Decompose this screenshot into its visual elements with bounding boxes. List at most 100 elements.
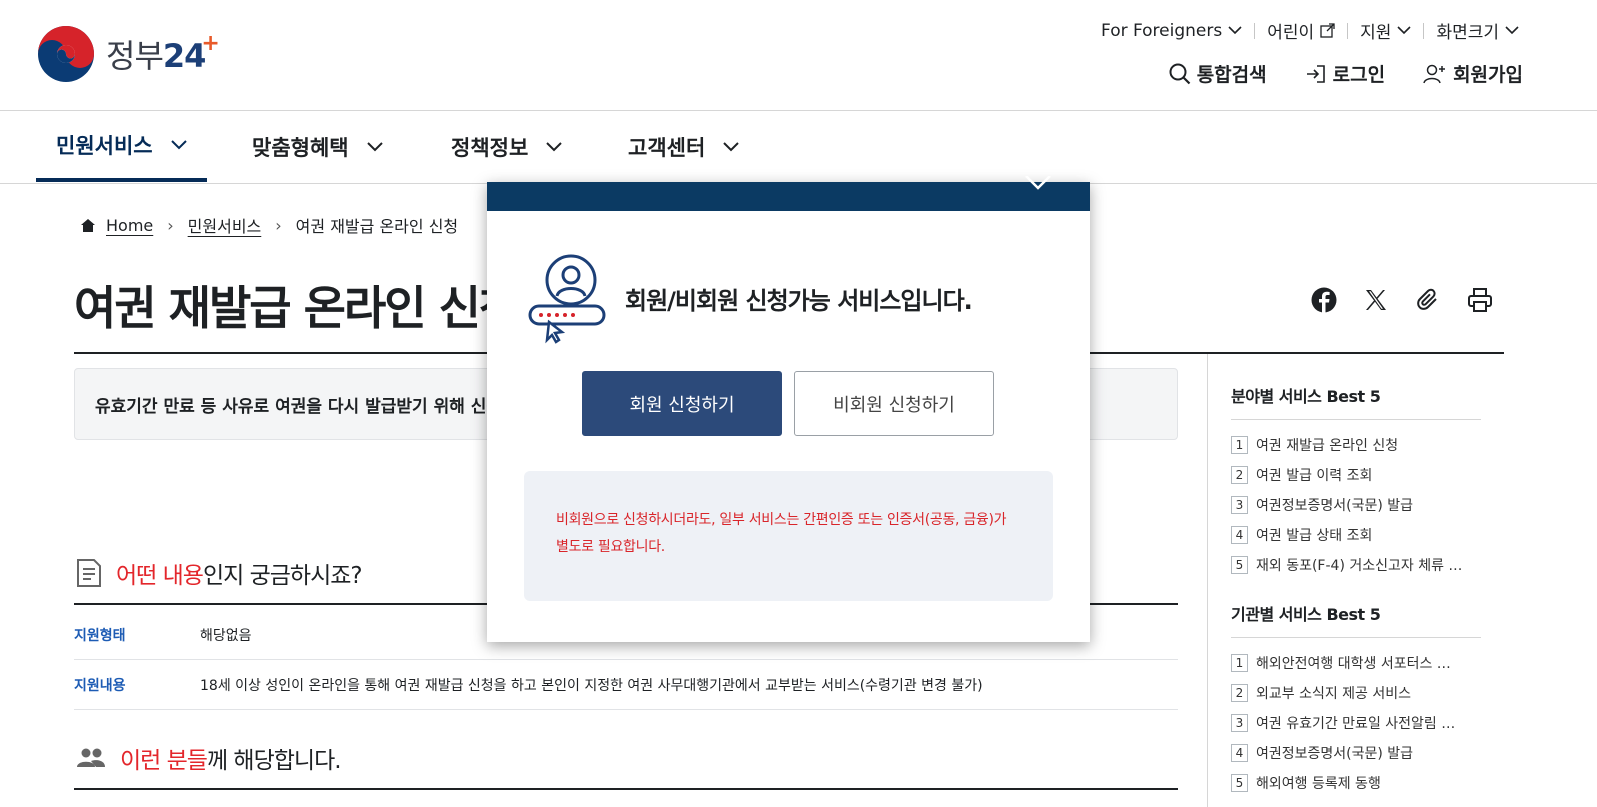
breadcrumb: Home › 민원서비스 › 여권 재발급 온라인 신청: [80, 213, 458, 237]
logo-wordmark: 정부24+: [106, 31, 220, 77]
field-best5-list: 1 여권 재발급 온라인 신청 2 여권 발급 이력 조회 3 여권정보증명서(국문)…: [1231, 430, 1481, 580]
document-icon: [77, 559, 101, 587]
section-who-heading: 이런 분들께 해당합니다.: [76, 741, 342, 775]
breadcrumb-current: 여권 재발급 온라인 신청: [295, 217, 459, 236]
logo-number: 24: [162, 37, 207, 75]
print-icon[interactable]: [1466, 286, 1494, 314]
nav-label: 민원서비스: [56, 133, 153, 158]
add-user-icon: [1423, 64, 1446, 83]
nav-item-civil-service[interactable]: 민원서비스: [36, 111, 207, 182]
apply-buttons: 회원 신청하기 비회원 신청하기: [582, 371, 994, 436]
agency-best5-list: 1 해외안전여행 대학생 서포터스 … 2 외교부 소식지 제공 서비스 3 여권 유…: [1231, 648, 1481, 798]
utility-menu: For Foreigners 어린이 지원 화면크기: [1089, 18, 1531, 43]
nav-label: 맞춤형혜택: [252, 135, 349, 160]
list-item-label: 외교부 소식지 제공 서비스: [1256, 686, 1412, 702]
kids-link[interactable]: 어린이: [1255, 18, 1347, 43]
search-icon: [1169, 63, 1190, 84]
apply-type-modal: 회원/비회원 신청가능 서비스입니다. 회원 신청하기 비회원 신청하기 비회원…: [487, 176, 1090, 642]
list-item[interactable]: 1 해외안전여행 대학생 서포터스 …: [1231, 648, 1481, 678]
paperclip-icon[interactable]: [1414, 286, 1442, 314]
list-item-label: 여권 발급 상태 조회: [1256, 528, 1373, 544]
field-best5: 분야별 서비스 Best 5 1 여권 재발급 온라인 신청 2 여권 발급 이력 …: [1231, 383, 1481, 580]
kids-label: 어린이: [1267, 23, 1315, 43]
chevron-down-icon: [1397, 26, 1412, 35]
screen-size-label: 화면크기: [1436, 23, 1499, 43]
main-navigation: 민원서비스 맞춤형혜택 정책정보 고객센터: [0, 111, 1597, 184]
section-what-title: 어떤 내용인지 궁금하시죠?: [116, 556, 363, 590]
header-actions: 통합검색 로그인 회원가입: [1169, 60, 1523, 87]
section-divider: [74, 788, 1178, 790]
login-icon: [1306, 64, 1325, 83]
rank-badge: 2: [1231, 466, 1248, 484]
foreigners-menu[interactable]: For Foreigners: [1089, 21, 1254, 41]
info-label: 지원형태: [74, 627, 126, 644]
section-who-rest: 께 해당합니다.: [206, 748, 342, 774]
breadcrumb-civil-service[interactable]: 민원서비스: [188, 213, 262, 237]
login-button[interactable]: 로그인: [1305, 60, 1385, 87]
foreigners-label: For Foreigners: [1101, 20, 1223, 41]
info-row-support-content: 지원내용 18세 이상 성인이 온라인을 통해 여권 재발급 신청을 하고 본인…: [74, 660, 1178, 710]
nav-label: 정책정보: [451, 135, 529, 160]
section-who-title: 이런 분들께 해당합니다.: [120, 741, 342, 775]
signup-button[interactable]: 회원가입: [1423, 60, 1523, 87]
list-item[interactable]: 1 여권 재발급 온라인 신청: [1231, 430, 1481, 460]
integrated-search-button[interactable]: 통합검색: [1169, 60, 1267, 87]
page-title: 여권 재발급 온라인 신청: [74, 281, 514, 335]
nav-label: 고객센터: [628, 135, 706, 160]
breadcrumb-home[interactable]: Home: [106, 216, 153, 235]
rank-badge: 3: [1231, 714, 1248, 732]
member-apply-button[interactable]: 회원 신청하기: [582, 371, 782, 436]
guest-apply-button[interactable]: 비회원 신청하기: [794, 371, 994, 436]
section-who-highlight: 이런 분들: [120, 748, 208, 774]
info-value: 해당없음: [200, 627, 252, 644]
list-item[interactable]: 5 해외여행 등록제 동행: [1231, 768, 1481, 798]
nav-item-custom-benefits[interactable]: 맞춤형혜택: [252, 111, 383, 182]
list-item-label: 해외여행 등록제 동행: [1256, 776, 1381, 792]
rank-badge: 1: [1231, 654, 1248, 672]
chevron-down-icon: [1505, 26, 1519, 35]
modal-header: [487, 176, 1090, 211]
chevron-down-icon: [366, 141, 383, 151]
list-item-label: 재외 동포(F-4) 거소신고자 체류 …: [1256, 558, 1463, 574]
list-item[interactable]: 3 여권정보증명서(국문) 발급: [1231, 490, 1481, 520]
list-item[interactable]: 4 여권정보증명서(국문) 발급: [1231, 738, 1481, 768]
share-tools: [1310, 286, 1494, 314]
guest-notice-text: 비회원으로 신청하시더라도, 일부 서비스는 간편인증 또는 인증서(공동, 금…: [556, 512, 1007, 555]
x-twitter-icon[interactable]: [1362, 286, 1390, 314]
rank-badge: 5: [1231, 774, 1248, 792]
info-label: 지원내용: [74, 677, 126, 694]
guest-notice: 비회원으로 신청하시더라도, 일부 서비스는 간편인증 또는 인증서(공동, 금…: [524, 471, 1053, 601]
agency-best5: 기관별 서비스 Best 5 1 해외안전여행 대학생 서포터스 … 2 외교부 소…: [1231, 601, 1481, 798]
site-logo[interactable]: 정부24+: [36, 25, 220, 83]
chevron-down-icon: [1228, 26, 1242, 35]
search-label: 통합검색: [1196, 64, 1267, 86]
list-item[interactable]: 3 여권 유효기간 만료일 사전알림 …: [1231, 708, 1481, 738]
list-item-label: 여권 유효기간 만료일 사전알림 …: [1256, 716, 1456, 732]
member-login-illustration-icon: [528, 254, 606, 344]
rank-badge: 4: [1231, 526, 1248, 544]
site-header: 정부24+ For Foreigners 어린이 지원 화면크기 통합검색 로그…: [0, 0, 1597, 111]
info-value: 18세 이상 성인이 온라인을 통해 여권 재발급 신청을 하고 본인이 지정한…: [200, 677, 983, 694]
rank-badge: 2: [1231, 684, 1248, 702]
screen-size-menu[interactable]: 화면크기: [1424, 18, 1531, 43]
modal-intro: 회원/비회원 신청가능 서비스입니다.: [527, 252, 973, 344]
login-label: 로그인: [1332, 64, 1386, 86]
nav-item-customer-center[interactable]: 고객센터: [628, 111, 739, 182]
signup-label: 회원가입: [1453, 64, 1523, 86]
nav-item-policy-info[interactable]: 정책정보: [451, 111, 562, 182]
chevron-down-icon: [546, 141, 562, 151]
field-best5-title: 분야별 서비스 Best 5: [1231, 383, 1481, 420]
logo-text: 정부: [106, 37, 164, 75]
support-label: 지원: [1360, 23, 1392, 43]
list-item-label: 여권정보증명서(국문) 발급: [1256, 498, 1414, 514]
list-item[interactable]: 4 여권 발급 상태 조회: [1231, 520, 1481, 550]
list-item[interactable]: 2 여권 발급 이력 조회: [1231, 460, 1481, 490]
home-icon: [81, 218, 95, 232]
list-item[interactable]: 2 외교부 소식지 제공 서비스: [1231, 678, 1481, 708]
logo-plus: +: [201, 31, 219, 56]
list-item-label: 여권 발급 이력 조회: [1256, 468, 1373, 484]
list-item[interactable]: 5 재외 동포(F-4) 거소신고자 체류 …: [1231, 550, 1481, 580]
facebook-icon[interactable]: [1310, 286, 1338, 314]
close-icon[interactable]: [1024, 176, 1052, 196]
support-menu[interactable]: 지원: [1348, 18, 1423, 43]
